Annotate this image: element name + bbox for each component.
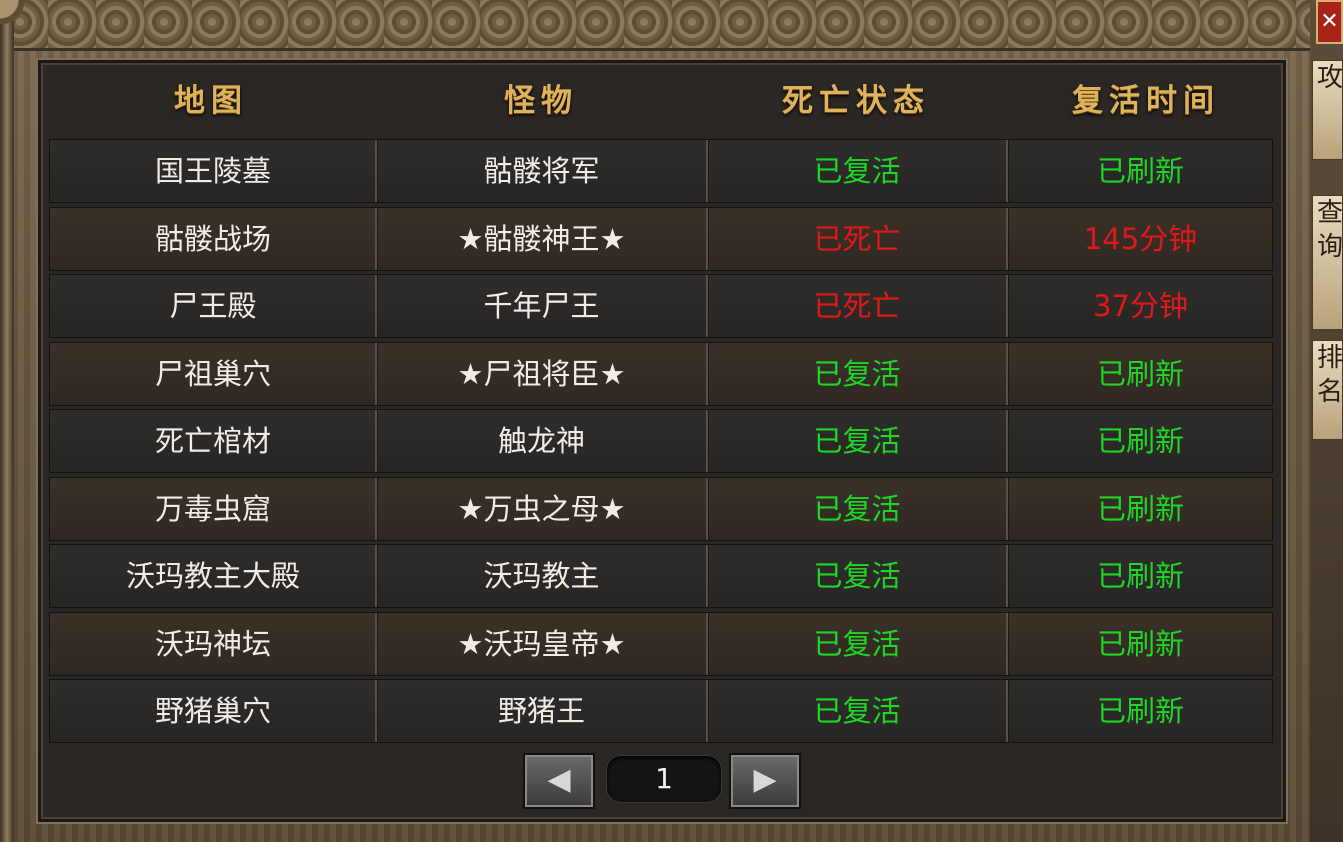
cell-respawn: 已刷新 bbox=[1096, 154, 1184, 188]
column-divider bbox=[1006, 680, 1008, 742]
column-divider bbox=[706, 140, 708, 202]
cell-monster: 沃玛教主 bbox=[483, 559, 600, 593]
table-row: 尸祖巢穴 ★尸祖将臣★ 已复活 已刷新 bbox=[49, 341, 1273, 406]
cell-map: 万毒虫窟 bbox=[154, 491, 271, 526]
cell-status: 已复活 bbox=[813, 154, 901, 188]
cell-status: 已复活 bbox=[813, 559, 901, 593]
frame-left-border bbox=[0, 0, 14, 842]
cell-respawn: 已刷新 bbox=[1096, 694, 1184, 728]
cell-respawn: 145分钟 bbox=[1083, 221, 1198, 256]
column-divider bbox=[375, 410, 377, 472]
boss-table-panel: 地图 怪物 死亡状态 复活时间 国王陵墓 骷髅将军 已复活 已刷新 骷髅战场 ★骷髅神王★… bbox=[38, 60, 1286, 822]
column-divider bbox=[1006, 477, 1008, 540]
cell-monster: ★尸祖将臣★ bbox=[457, 356, 626, 391]
side-tab-guide-label: 攻略 bbox=[1317, 63, 1343, 93]
cell-map: 沃玛神坛 bbox=[154, 626, 271, 661]
cell-monster: 千年尸王 bbox=[483, 289, 600, 323]
close-button[interactable]: ✕ bbox=[1316, 0, 1343, 44]
table-row: 国王陵墓 骷髅将军 已复活 已刷新 bbox=[49, 139, 1273, 203]
cell-status: 已复活 bbox=[813, 491, 901, 526]
side-tab-query[interactable]: 查询 bbox=[1312, 195, 1343, 330]
column-divider bbox=[375, 275, 377, 337]
cell-monster: 触龙神 bbox=[497, 424, 585, 458]
header-monster: 怪物 bbox=[504, 83, 578, 119]
cell-respawn: 已刷新 bbox=[1096, 559, 1184, 593]
cell-status: 已复活 bbox=[813, 356, 901, 391]
window-frame: 地图 怪物 死亡状态 复活时间 国王陵墓 骷髅将军 已复活 已刷新 骷髅战场 ★骷髅神王★… bbox=[0, 0, 1313, 842]
column-divider bbox=[706, 612, 708, 675]
column-divider bbox=[375, 612, 377, 675]
arrow-left-icon: ◀ bbox=[547, 762, 571, 797]
column-divider bbox=[375, 207, 377, 270]
arrow-right-icon: ▶ bbox=[753, 762, 777, 797]
column-divider bbox=[1006, 612, 1008, 675]
header-death-status: 死亡状态 bbox=[782, 83, 930, 119]
header-respawn-time: 复活时间 bbox=[1072, 83, 1220, 119]
column-divider bbox=[1006, 275, 1008, 337]
table-row: 死亡棺材 触龙神 已复活 已刷新 bbox=[49, 409, 1273, 473]
side-tab-rank-label: 排名 bbox=[1317, 343, 1343, 407]
cell-monster: ★沃玛皇帝★ bbox=[457, 626, 626, 661]
column-divider bbox=[375, 680, 377, 742]
column-divider bbox=[375, 545, 377, 607]
cell-status: 已复活 bbox=[813, 626, 901, 661]
corner-ornament bbox=[0, 0, 60, 60]
column-divider bbox=[1006, 410, 1008, 472]
cell-map: 国王陵墓 bbox=[154, 154, 271, 188]
table-row: 野猪巢穴 野猪王 已复活 已刷新 bbox=[49, 679, 1273, 743]
table-row: 沃玛教主大殿 沃玛教主 已复活 已刷新 bbox=[49, 544, 1273, 608]
cell-respawn: 已刷新 bbox=[1096, 424, 1184, 458]
side-tab-rank[interactable]: 排名 bbox=[1312, 340, 1343, 440]
cell-status: 已死亡 bbox=[813, 289, 901, 323]
cell-respawn: 已刷新 bbox=[1096, 626, 1184, 661]
next-page-button[interactable]: ▶ bbox=[729, 753, 801, 809]
side-tab-guide[interactable]: 攻略 bbox=[1312, 60, 1343, 160]
cell-map: 野猪巢穴 bbox=[154, 694, 271, 728]
frame-top-border bbox=[0, 0, 1310, 51]
cell-monster: ★骷髅神王★ bbox=[457, 221, 626, 256]
table-row: 尸王殿 千年尸王 已死亡 37分钟 bbox=[49, 274, 1273, 338]
column-divider bbox=[706, 410, 708, 472]
close-icon: ✕ bbox=[1320, 9, 1339, 34]
column-divider bbox=[706, 207, 708, 270]
cell-monster: 骷髅将军 bbox=[483, 154, 600, 188]
cell-map: 尸祖巢穴 bbox=[154, 356, 271, 391]
cell-map: 死亡棺材 bbox=[154, 424, 271, 458]
header-map: 地图 bbox=[174, 83, 248, 119]
column-divider bbox=[706, 545, 708, 607]
column-divider bbox=[706, 275, 708, 337]
column-divider bbox=[1006, 207, 1008, 270]
column-divider bbox=[1006, 140, 1008, 202]
column-divider bbox=[375, 477, 377, 540]
cell-respawn: 37分钟 bbox=[1093, 289, 1188, 323]
cell-map: 尸王殿 bbox=[169, 289, 257, 323]
cell-map: 骷髅战场 bbox=[154, 221, 271, 256]
cell-map: 沃玛教主大殿 bbox=[125, 559, 300, 593]
cell-monster: ★万虫之母★ bbox=[457, 491, 626, 526]
table-row: 沃玛神坛 ★沃玛皇帝★ 已复活 已刷新 bbox=[49, 611, 1273, 676]
page-number: 1 bbox=[607, 756, 721, 802]
table-header: 地图 怪物 死亡状态 复活时间 bbox=[41, 63, 1283, 139]
column-divider bbox=[706, 342, 708, 405]
side-tab-query-label: 查询 bbox=[1317, 198, 1343, 262]
table-row: 万毒虫窟 ★万虫之母★ 已复活 已刷新 bbox=[49, 476, 1273, 541]
column-divider bbox=[706, 477, 708, 540]
cell-status: 已复活 bbox=[813, 424, 901, 458]
cell-monster: 野猪王 bbox=[497, 694, 585, 728]
column-divider bbox=[1006, 342, 1008, 405]
column-divider bbox=[706, 680, 708, 742]
table-row: 骷髅战场 ★骷髅神王★ 已死亡 145分钟 bbox=[49, 206, 1273, 271]
prev-page-button[interactable]: ◀ bbox=[523, 753, 595, 809]
column-divider bbox=[1006, 545, 1008, 607]
cell-respawn: 已刷新 bbox=[1096, 356, 1184, 391]
column-divider bbox=[375, 342, 377, 405]
cell-status: 已复活 bbox=[813, 694, 901, 728]
column-divider bbox=[375, 140, 377, 202]
cell-status: 已死亡 bbox=[813, 221, 901, 256]
cell-respawn: 已刷新 bbox=[1096, 491, 1184, 526]
